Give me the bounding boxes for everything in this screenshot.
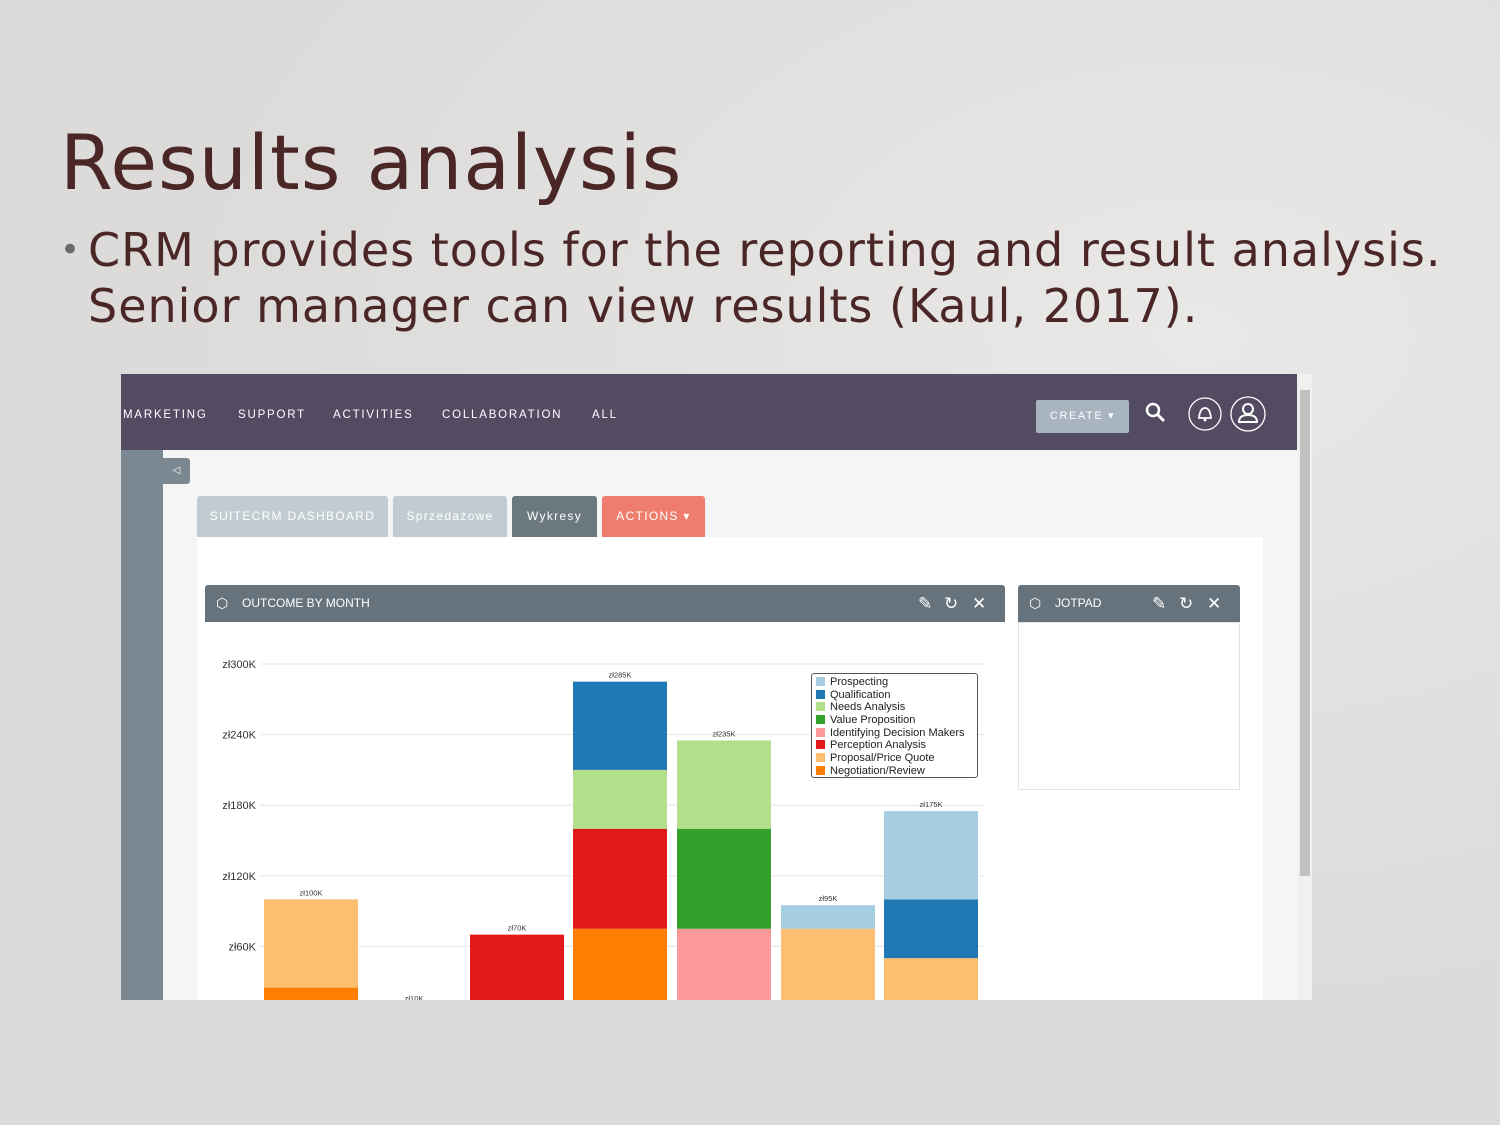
dashlet-header-jotpad: ⬡ JOTPAD ✎ ↻ ✕	[1018, 585, 1240, 622]
y-tick-label: zł240K	[222, 730, 256, 742]
refresh-icon[interactable]: ↻	[944, 585, 958, 622]
bar-total-label: zł235K	[713, 729, 736, 738]
nav-collaboration[interactable]: COLLABORATION	[442, 409, 562, 421]
user-icon[interactable]	[1229, 395, 1267, 433]
bar-total-label: zł70K	[508, 924, 527, 933]
crm-screenshot: MARKETING SUPPORT ACTIVITIES COLLABORATI…	[121, 374, 1312, 1000]
bar-total-label: zł95K	[819, 894, 838, 903]
y-tick-label: zł300K	[222, 659, 256, 671]
legend-swatch	[816, 765, 825, 775]
legend-label: Proposal/Price Quote	[830, 752, 935, 765]
top-nav-bar: MARKETING SUPPORT ACTIVITIES COLLABORATI…	[121, 374, 1297, 450]
legend-swatch	[816, 727, 825, 737]
bar-segment	[781, 905, 875, 929]
legend-item: Prospecting	[816, 676, 973, 689]
nav-activities[interactable]: ACTIVITIES	[333, 409, 414, 421]
tab-wykresy[interactable]: Wykresy	[512, 496, 597, 537]
bar-segment	[677, 928, 771, 1000]
legend-label: Identifying Decision Makers	[830, 726, 965, 739]
bar-segment	[573, 769, 667, 829]
bar-segment	[884, 811, 978, 900]
legend-item: Proposal/Price Quote	[816, 752, 973, 765]
legend-label: Negotiation/Review	[830, 764, 925, 777]
legend-swatch	[816, 702, 825, 712]
close-icon[interactable]: ✕	[972, 585, 986, 622]
bar-segment	[573, 681, 667, 770]
jotpad-textarea[interactable]	[1018, 622, 1240, 790]
close-icon[interactable]: ✕	[1207, 585, 1221, 622]
scrollbar[interactable]	[1297, 374, 1312, 1000]
search-icon[interactable]	[1145, 402, 1167, 424]
sidebar	[121, 450, 163, 1000]
legend-item: Perception Analysis	[816, 739, 973, 752]
legend-item: Value Proposition	[816, 714, 973, 727]
bar-segment	[264, 899, 358, 988]
cube-icon: ⬡	[216, 595, 229, 611]
bar-segment	[677, 828, 771, 929]
legend-swatch	[816, 753, 825, 763]
legend-swatch	[816, 740, 825, 750]
bar-total-label: zł10K	[405, 994, 424, 1000]
bar-segment	[573, 928, 667, 1000]
dashlet-title: JOTPAD	[1055, 596, 1102, 610]
bar-segment	[470, 934, 564, 1000]
legend-item: Negotiation/Review	[816, 765, 973, 778]
bar-segment	[884, 958, 978, 1000]
bar-segment	[884, 899, 978, 959]
y-tick-label: zł180K	[222, 800, 256, 812]
bar-segment	[264, 987, 358, 1000]
bar-segment	[781, 928, 875, 1000]
nav-marketing[interactable]: MARKETING	[123, 409, 208, 421]
bar-total-label: zł100K	[300, 888, 323, 897]
legend-item: Identifying Decision Makers	[816, 727, 973, 740]
edit-icon[interactable]: ✎	[918, 585, 932, 622]
y-tick-label: zł120K	[222, 871, 256, 883]
tab-suitecrm-dashboard[interactable]: SUITECRM DASHBOARD	[197, 496, 388, 537]
bullet-dot: •	[60, 230, 81, 270]
bullet-point: • CRM provides tools for the reporting an…	[60, 222, 1480, 334]
cube-icon: ⬡	[1029, 595, 1042, 611]
dashlet-header-outcome: ⬡ OUTCOME BY MONTH ✎ ↻ ✕	[205, 585, 1005, 622]
refresh-icon[interactable]: ↻	[1179, 585, 1193, 622]
legend-swatch	[816, 715, 825, 725]
legend-label: Prospecting	[830, 676, 889, 688]
edit-icon[interactable]: ✎	[1152, 585, 1166, 622]
legend-item: Qualification	[816, 689, 973, 702]
nav-support[interactable]: SUPPORT	[238, 409, 306, 421]
legend-swatch	[816, 689, 825, 699]
create-button[interactable]: CREATE ▾	[1036, 400, 1129, 433]
legend-item: Needs Analysis	[816, 701, 973, 714]
tab-sprzedazowe[interactable]: Sprzedażowe	[393, 496, 507, 537]
legend-swatch	[816, 677, 825, 686]
bullet-text: CRM provides tools for the reporting and…	[88, 223, 1442, 333]
y-tick-label: zł60K	[228, 941, 256, 953]
scrollbar-thumb[interactable]	[1300, 390, 1310, 876]
bar-total-label: zł285K	[609, 671, 632, 680]
actions-dropdown[interactable]: ACTIONS ▾	[602, 496, 705, 537]
bar-segment	[573, 828, 667, 929]
dashlet-title: OUTCOME BY MONTH	[242, 596, 370, 610]
bell-icon[interactable]	[1186, 396, 1224, 434]
legend-label: Perception Analysis	[830, 739, 926, 752]
bar-total-label: zł175K	[920, 800, 943, 809]
legend-label: Qualification	[830, 688, 891, 701]
slide-title: Results analysis	[60, 118, 683, 207]
bar-segment	[677, 740, 771, 829]
legend-label: Needs Analysis	[830, 701, 906, 714]
nav-all[interactable]: ALL	[592, 409, 618, 421]
chart-legend: Prospecting Qualification Needs Analysis Va…	[811, 673, 978, 778]
legend-label: Value Proposition	[830, 714, 916, 727]
collapse-sidebar-button[interactable]: ◁	[163, 458, 190, 484]
